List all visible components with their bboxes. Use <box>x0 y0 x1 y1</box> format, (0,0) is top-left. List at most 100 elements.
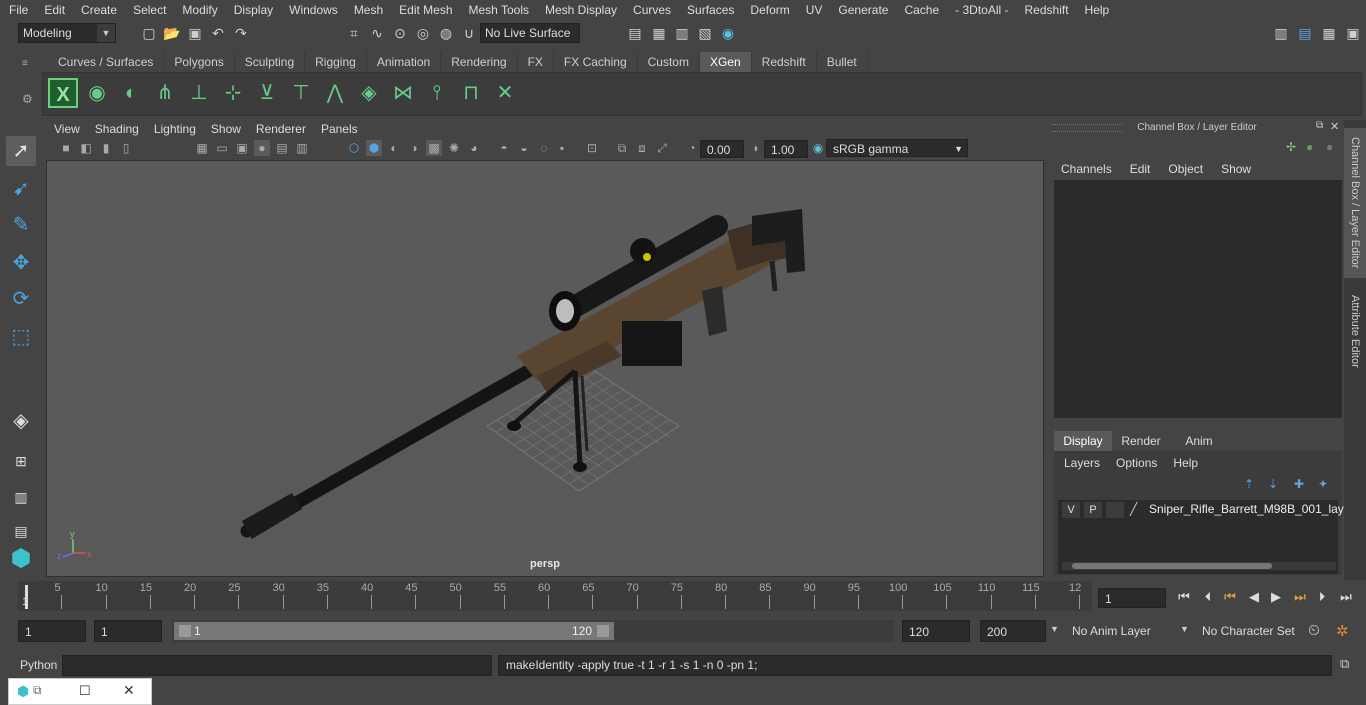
shelf-tab-rigging[interactable]: Rigging <box>305 52 367 72</box>
shelf-tab-polygons[interactable]: Polygons <box>164 52 235 72</box>
range-slider-bar[interactable]: 1 120 <box>174 622 614 640</box>
new-layer-icon[interactable]: ✚ <box>1294 477 1304 491</box>
shelf-tab-rendering[interactable]: Rendering <box>441 52 518 72</box>
xray-icon[interactable]: ◓ <box>496 140 512 156</box>
move-layer-down-icon[interactable]: ⇣ <box>1268 477 1278 491</box>
layer-name[interactable]: Sniper_Rifle_Barrett_M98B_001_layer <box>1149 502 1354 516</box>
layer-visibility-toggle[interactable]: V <box>1062 502 1080 518</box>
shelf-tab-animation[interactable]: Animation <box>366 52 442 72</box>
textured-icon[interactable]: ⬢ <box>366 140 382 156</box>
exposure-icon[interactable]: ◔ <box>684 140 700 156</box>
menu-edit[interactable]: Edit <box>35 3 72 17</box>
shelf-tab-sculpting[interactable]: Sculpting <box>234 52 306 72</box>
xgen-preview-icon[interactable]: ◉ <box>82 78 112 108</box>
viewport-menu-view[interactable]: View <box>46 122 87 136</box>
safe-action-icon[interactable]: ▤ <box>274 140 290 156</box>
toggle-tool-settings-icon[interactable]: ▦ <box>1320 24 1338 42</box>
play-forward-icon[interactable]: ▶ <box>1266 588 1286 606</box>
viewport-menu-panels[interactable]: Panels <box>313 122 365 136</box>
layer-tab-display[interactable]: Display <box>1054 431 1112 451</box>
snap-magnet-icon[interactable]: ∪ <box>460 24 478 42</box>
step-back-key-icon[interactable]: ⏮ <box>1220 588 1240 606</box>
paint-select-tool-icon[interactable]: ✎ <box>6 210 36 240</box>
menu-deform[interactable]: Deform <box>741 3 796 17</box>
rotate-tool-icon[interactable]: ⟳ <box>6 284 36 314</box>
menu-help[interactable]: Help <box>1076 3 1117 17</box>
sculpt-guides-icon[interactable]: ⋀ <box>320 78 350 108</box>
layer-row[interactable]: V P ╱ Sniper_Rifle_Barrett_M98B_001_laye… <box>1058 500 1354 520</box>
hud-icon[interactable]: ▪ <box>554 140 570 156</box>
toggle-attribute-editor-icon[interactable]: ▤ <box>1296 24 1314 42</box>
menu-uv[interactable]: UV <box>797 3 830 17</box>
ipr-render-icon[interactable]: ▥ <box>673 24 691 42</box>
shelf-tab-custom[interactable]: Custom <box>637 52 700 72</box>
shelf-settings-icon[interactable]: ⚙ <box>22 92 34 106</box>
lasso-tool-icon[interactable]: ➹ <box>6 174 36 204</box>
open-scene-icon[interactable]: 📂 <box>163 24 181 42</box>
go-to-end-icon[interactable]: ⏭ <box>1336 588 1356 606</box>
channel-box-area[interactable] <box>1054 180 1342 418</box>
workspace-icon[interactable]: ▥ <box>1272 24 1290 42</box>
lock-guides-icon[interactable]: ⊤ <box>286 78 316 108</box>
script-editor-icon[interactable]: ⧉ <box>1340 656 1349 672</box>
tab-channel-box[interactable]: Channel Box / Layer Editor <box>1344 128 1366 278</box>
layer-tab-anim[interactable]: Anim <box>1170 431 1228 451</box>
layer-tab-render[interactable]: Render <box>1112 431 1170 451</box>
select-guides-icon[interactable]: ⊻ <box>252 78 282 108</box>
save-scene-icon[interactable]: ▣ <box>186 24 204 42</box>
wireframe-icon[interactable]: ● <box>254 140 270 156</box>
layer-menu-help[interactable]: Help <box>1165 453 1206 473</box>
xgen-hide-icon[interactable]: ◐ <box>116 78 146 108</box>
menu-modify[interactable]: Modify <box>173 3 224 17</box>
add-guide-icon[interactable]: ⊥ <box>184 78 214 108</box>
snap-grid-icon[interactable]: ⌗ <box>345 24 363 42</box>
viewport-menu-lighting[interactable]: Lighting <box>146 122 203 136</box>
motion-blur-icon[interactable]: ✺ <box>446 140 462 156</box>
close-icon[interactable]: ✕ <box>1330 120 1342 134</box>
hypershade-icon[interactable]: ◉ <box>719 24 737 42</box>
smooth-shade-icon[interactable]: ⬡ <box>346 140 362 156</box>
character-controls-icon[interactable]: ✲ <box>1336 622 1349 640</box>
grid-toggle-icon[interactable]: ▦ <box>194 140 210 156</box>
playback-start-field[interactable]: 1 <box>94 620 162 642</box>
menu-windows[interactable]: Windows <box>280 3 345 17</box>
menu-mesh-display[interactable]: Mesh Display <box>536 3 624 17</box>
mode-selector[interactable]: Modeling ▼ <box>18 23 116 43</box>
four-view-layout-icon[interactable]: ⊞ <box>6 446 36 476</box>
range-start-handle[interactable] <box>179 625 191 637</box>
delete-guides-icon[interactable]: ✕ <box>490 78 520 108</box>
select-camera-icon[interactable]: ⊡ <box>584 140 600 156</box>
frame-all-icon[interactable]: ⧉ <box>614 140 630 156</box>
step-forward-key-icon[interactable]: ⏭ <box>1290 588 1310 606</box>
close-icon[interactable]: ✕ <box>123 682 135 699</box>
shelf-tab-curves-surfaces[interactable]: Curves / Surfaces <box>48 52 165 72</box>
isolate-select-icon[interactable]: ◌ <box>536 140 552 156</box>
channel-box-menu-channels[interactable]: Channels <box>1052 160 1121 178</box>
scene-end-field[interactable]: 200 <box>980 620 1046 642</box>
render-frame-icon[interactable]: ▦ <box>650 24 668 42</box>
shelf-tab-fx-caching[interactable]: FX Caching <box>553 52 638 72</box>
film-gate-icon[interactable]: ▭ <box>214 140 230 156</box>
pan-zoom-icon[interactable]: ⤢ <box>654 140 670 156</box>
menu-3dtoall[interactable]: - 3DtoAll - <box>946 3 1015 17</box>
menu-mesh-tools[interactable]: Mesh Tools <box>460 3 536 17</box>
playback-end-field[interactable]: 120 <box>902 620 970 642</box>
shelf-tab-redshift[interactable]: Redshift <box>751 52 817 72</box>
animation-preferences-icon[interactable]: ⏲ <box>1308 622 1320 639</box>
outliner-layout-icon[interactable]: ▥ <box>6 482 36 512</box>
float-panel-icon[interactable]: ⧉ <box>1316 120 1328 134</box>
layer-display-type-toggle[interactable] <box>1106 502 1124 518</box>
menu-file[interactable]: File <box>0 3 35 17</box>
toggle-channel-box-icon[interactable]: ▣ <box>1344 24 1362 42</box>
viewport-menu-shading[interactable]: Shading <box>87 122 146 136</box>
shelf-tab-fx[interactable]: FX <box>517 52 554 72</box>
exposure-field[interactable]: 0.00 <box>700 140 744 158</box>
channel-box-menu-edit[interactable]: Edit <box>1121 160 1160 178</box>
resolution-gate-icon[interactable]: ▣ <box>234 140 250 156</box>
guide-length-icon[interactable]: ⊓ <box>456 78 486 108</box>
use-all-lights-icon[interactable]: ◐ <box>386 140 402 156</box>
restore-icon[interactable]: ⧉ <box>33 683 42 698</box>
frame-selected-icon[interactable]: ⧈ <box>634 140 650 156</box>
scale-tool-icon[interactable]: ⬚ <box>6 322 36 352</box>
shadows-icon[interactable]: ◑ <box>406 140 422 156</box>
